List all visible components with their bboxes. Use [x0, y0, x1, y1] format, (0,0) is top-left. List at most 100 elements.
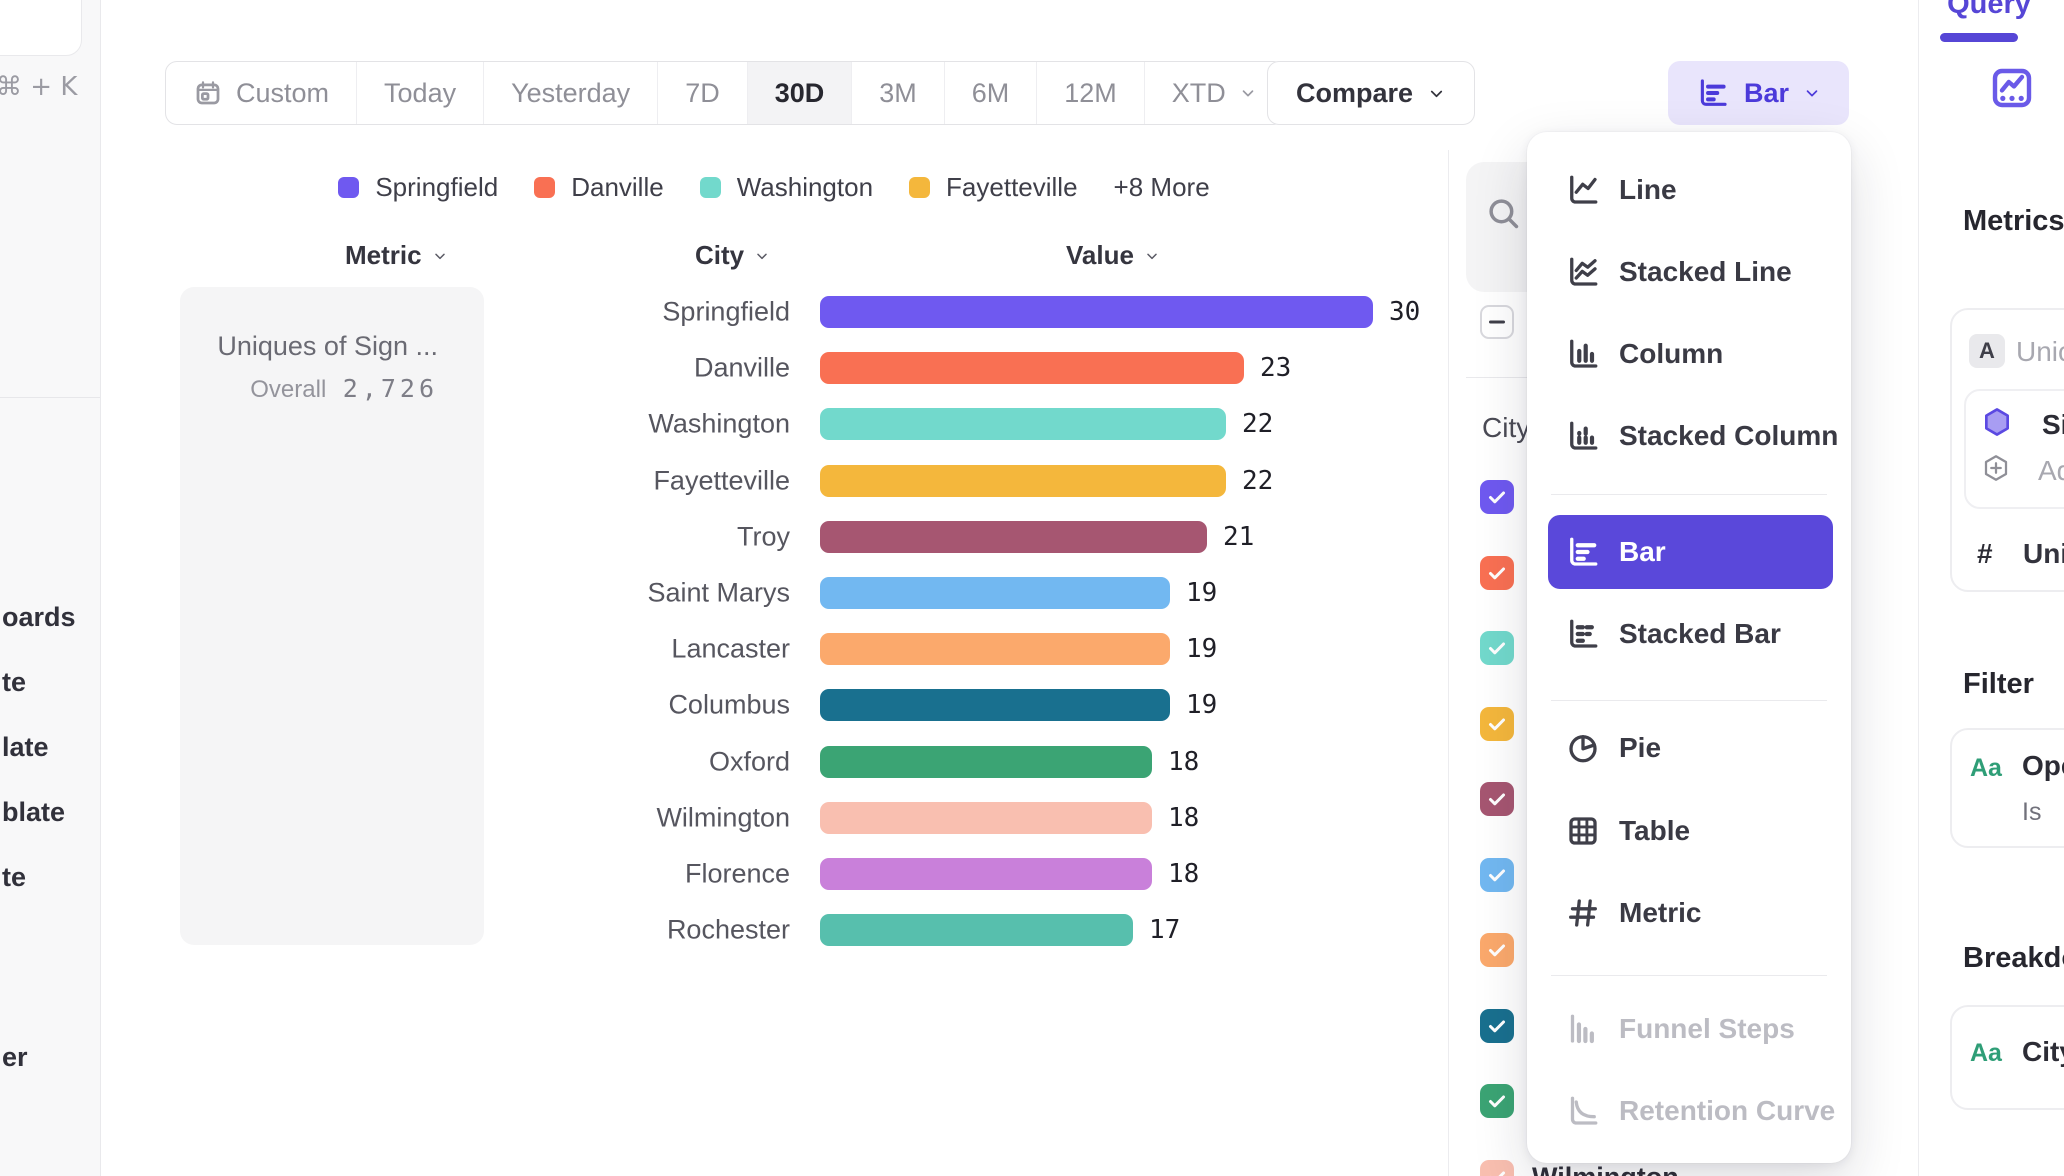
bar-segment[interactable] [820, 802, 1152, 834]
city-checkbox-oxford[interactable] [1480, 1084, 1514, 1118]
bar-category-label: Fayetteville [480, 465, 790, 496]
bar-value-label: 18 [1168, 859, 1199, 889]
metric-name-fragment: Unic [2016, 336, 2064, 368]
menu-item-metric[interactable]: Metric [1527, 872, 1851, 954]
bar-chart-icon [1565, 534, 1601, 570]
menu-item-bar[interactable]: Bar [1548, 515, 1833, 589]
event-card[interactable]: Sig Ad [1964, 389, 2064, 509]
date-range-today[interactable]: Today [357, 62, 484, 124]
city-checkbox-columbus[interactable] [1480, 1009, 1514, 1043]
bar-row: Danville23 [0, 340, 1448, 396]
filter-operator[interactable]: Is [2022, 798, 2041, 827]
date-range-custom[interactable]: Custom [166, 62, 357, 124]
bar-segment[interactable] [820, 858, 1152, 890]
bar-segment[interactable] [820, 577, 1170, 609]
bar-segment[interactable] [820, 408, 1226, 440]
legend-item[interactable]: Washington [700, 172, 873, 203]
bar-row: Oxford18 [0, 734, 1448, 790]
bar-category-label: Florence [480, 859, 790, 890]
line-chart-icon [1565, 172, 1601, 208]
date-range-6m[interactable]: 6M [945, 62, 1038, 124]
menu-item-retention-curve: Retention Curve [1527, 1070, 1851, 1152]
insights-chart-icon[interactable] [1988, 64, 2036, 112]
menu-item-pie[interactable]: Pie [1527, 707, 1851, 789]
column-header-city[interactable]: City [695, 240, 770, 271]
indeterminate-dash-icon [1489, 321, 1505, 324]
bar-segment[interactable] [820, 633, 1170, 665]
city-checkbox-fayetteville[interactable] [1480, 707, 1514, 741]
date-range-segmented-control[interactable]: CustomTodayYesterday7D30D3M6M12MXTD [165, 61, 1285, 125]
city-checkbox-lancaster[interactable] [1480, 933, 1514, 967]
city-checkbox-washington[interactable] [1480, 631, 1514, 665]
bar-row: Washington22 [0, 396, 1448, 452]
add-label-fragment: Ad [2038, 455, 2064, 487]
chevron-down-icon [1239, 84, 1257, 102]
add-hexagon-icon[interactable] [1981, 453, 2011, 483]
column-header-value[interactable]: Value [1066, 240, 1160, 271]
menu-item-stacked-column[interactable]: Stacked Column [1527, 395, 1851, 477]
legend-item[interactable]: Springfield [338, 172, 498, 203]
legend-item[interactable]: Fayetteville [909, 172, 1078, 203]
sidebar-item-fragment[interactable]: er [2, 1039, 28, 1075]
tab-query[interactable]: Query [1934, 0, 2044, 21]
compare-label: Compare [1296, 78, 1413, 109]
bar-row: Troy21 [0, 509, 1448, 565]
date-range-yesterday[interactable]: Yesterday [484, 62, 658, 124]
bar-category-label: Saint Marys [480, 578, 790, 609]
menu-item-stacked-bar[interactable]: Stacked Bar [1527, 593, 1851, 675]
menu-divider [1551, 494, 1827, 495]
bar-value-label: 19 [1186, 690, 1217, 720]
bar-segment[interactable] [820, 746, 1152, 778]
city-checkbox-springfield[interactable] [1480, 480, 1514, 514]
legend-item[interactable]: Danville [534, 172, 664, 203]
legend-swatch [700, 177, 721, 198]
chart-type-button[interactable]: Bar [1668, 61, 1849, 125]
bar-segment[interactable] [820, 689, 1170, 721]
global-search-box[interactable] [0, 0, 82, 56]
menu-item-line[interactable]: Line [1527, 149, 1851, 231]
city-checkbox-saint-marys[interactable] [1480, 858, 1514, 892]
menu-item-table[interactable]: Table [1527, 790, 1851, 872]
bar-row: Fayetteville22 [0, 453, 1448, 509]
chart-type-menu: LineStacked LineColumnStacked Column BarS… [1527, 132, 1851, 1163]
date-range-12m[interactable]: 12M [1037, 62, 1145, 124]
chevron-down-icon [1144, 248, 1160, 264]
date-range-7d[interactable]: 7D [658, 62, 748, 124]
bar-segment[interactable] [820, 465, 1226, 497]
bar-segment[interactable] [820, 296, 1373, 328]
legend-more[interactable]: +8 More [1114, 172, 1210, 203]
metric-query-card[interactable]: A Unic Sig Ad # Uniqu [1950, 308, 2064, 592]
menu-divider [1551, 975, 1827, 976]
menu-item-column[interactable]: Column [1527, 313, 1851, 395]
bar-value-label: 18 [1168, 747, 1199, 777]
aggregation-fragment[interactable]: Uniqu [2023, 538, 2064, 570]
search-shortcut-hint: ⌘ + K [0, 72, 77, 102]
bar-segment[interactable] [820, 352, 1244, 384]
breakdown-card[interactable]: Aa City [1950, 1005, 2064, 1110]
analytics-app: ⌘ + K oardstelateblateteer CustomTodayYe… [0, 0, 2064, 1176]
aggregation-hash: # [1977, 538, 1993, 570]
bar-row: Wilmington18 [0, 790, 1448, 846]
column-header-metric[interactable]: Metric [345, 240, 448, 271]
city-checkbox-troy[interactable] [1480, 782, 1514, 816]
filter-card[interactable]: Aa Ope Is i [1950, 728, 2064, 848]
bar-category-label: Lancaster [480, 634, 790, 665]
chevron-down-icon [1427, 84, 1446, 103]
funnel-steps-icon [1565, 1011, 1601, 1047]
legend-swatch [338, 177, 359, 198]
city-checkbox-danville[interactable] [1480, 556, 1514, 590]
compare-button[interactable]: Compare [1267, 61, 1475, 125]
chevron-down-icon [1803, 84, 1821, 102]
hash-icon [1565, 895, 1601, 931]
menu-item-stacked-line[interactable]: Stacked Line [1527, 231, 1851, 313]
date-range-xtd[interactable]: XTD [1145, 62, 1284, 124]
city-checkbox-wilmington[interactable] [1480, 1160, 1514, 1176]
select-all-checkbox[interactable] [1480, 305, 1514, 339]
menu-item-funnel-steps: Funnel Steps [1527, 988, 1851, 1070]
bar-segment[interactable] [820, 914, 1133, 946]
bar-segment[interactable] [820, 521, 1207, 553]
stacked-column-chart-icon [1565, 418, 1601, 454]
bar-category-label: Danville [480, 353, 790, 384]
date-range-30d[interactable]: 30D [748, 62, 853, 124]
date-range-3m[interactable]: 3M [852, 62, 945, 124]
